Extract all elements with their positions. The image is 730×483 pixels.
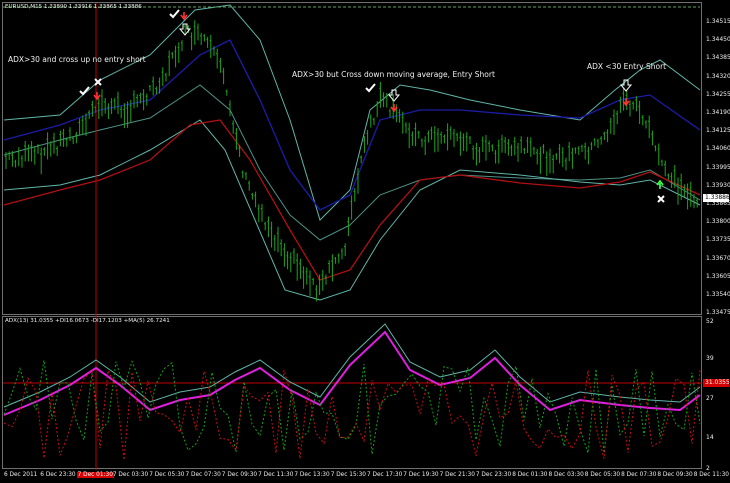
time-tick-label: 6 Dec 23:30 [40,472,76,478]
time-tick-label: 8 Dec 03:30 [548,472,584,478]
minus-di-line [3,368,701,460]
price-tick-label: 1.33605 [706,272,730,280]
price-tick-label: 1.34450 [706,36,730,44]
current-price-tag: 1.33886 [703,194,730,202]
plus-di-line [3,359,701,455]
hollow-arrow-icon [387,89,401,102]
check-icon [169,9,180,19]
price-tick-label: 1.33670 [706,254,730,262]
adx-tick-label: 2 [706,465,710,472]
time-tick-label: 7 Dec 17:30 [367,472,403,478]
chart-window: EURUSD,M15 1.33890 1.33916 1.33865 1.338… [0,0,730,483]
time-tick-label: 8 Dec 07:30 [621,472,657,478]
adx-tick-label: 52 [706,318,714,325]
price-tick-label: 1.34320 [706,72,730,80]
time-tick-label: 7 Dec 21:30 [439,472,475,478]
cross-icon [657,195,665,203]
note-right: ADX <30 Entry Short [587,62,667,71]
check-icon [365,83,376,93]
time-tick-label: 6 Dec 2011 [4,472,38,478]
time-tick-label: 8 Dec 05:30 [584,472,621,478]
time-tick-label: 7 Dec 23:30 [475,472,512,478]
adx-header: ADX(13) 31.0355 +DI16.0673 -DI17.1203 +M… [5,318,170,324]
time-tick-label: 8 Dec 09:30 [657,472,693,478]
time-tick-label: 7 Dec 13:30 [294,472,330,478]
price-tick-label: 1.34255 [706,90,730,98]
time-tick-label: 7 Dec 07:30 [185,472,221,478]
adx-tick-label: 14 [706,434,714,441]
down-arrow-icon [93,92,101,101]
price-tick-label: 1.33930 [706,181,730,189]
time-tick-label: 7 Dec 19:30 [403,472,439,478]
time-tick-label: 8 Dec 01:30 [512,472,548,478]
price-tick-label: 1.34125 [706,127,730,135]
adx-tick-label: 27 [706,395,714,402]
time-tick-label: 7 Dec 15:30 [330,472,366,478]
note-left: ADX>30 and cross up no entry short [8,55,146,64]
time-tick-label: 7 Dec 05:30 [149,472,185,478]
price-tick-label: 1.34515 [706,18,730,25]
price-tick-label: 1.33800 [706,218,730,226]
price-tick-label: 1.34385 [706,54,730,62]
adx-level-tag: 31.0355 [703,379,730,387]
price-tick-label: 1.33475 [706,309,730,317]
chart-header: EURUSD,M15 1.33890 1.33916 1.33865 1.338… [5,4,142,10]
time-tick-label: 7 Dec 01:30 [76,472,114,478]
adx-ma-line [3,330,701,416]
time-tick-label: 7 Dec 11:30 [258,472,294,478]
up-arrow-icon [656,179,664,189]
time-tick-label: 7 Dec 03:30 [112,472,149,478]
adx-line [3,323,701,408]
time-tick-label: 8 Dec 11:30 [693,472,729,478]
price-tick-label: 1.33995 [706,163,730,171]
price-tick-label: 1.34060 [706,145,730,153]
time-tick-label: 7 Dec 09:30 [221,472,258,478]
note-middle: ADX>30 but Cross down moving average, En… [292,70,495,79]
down-arrow-icon [180,12,188,21]
price-tick-label: 1.33540 [706,291,730,298]
price-tick-label: 1.34190 [706,109,730,116]
adx-tick-label: 39 [706,355,714,362]
price-tick-label: 1.33735 [706,236,730,244]
